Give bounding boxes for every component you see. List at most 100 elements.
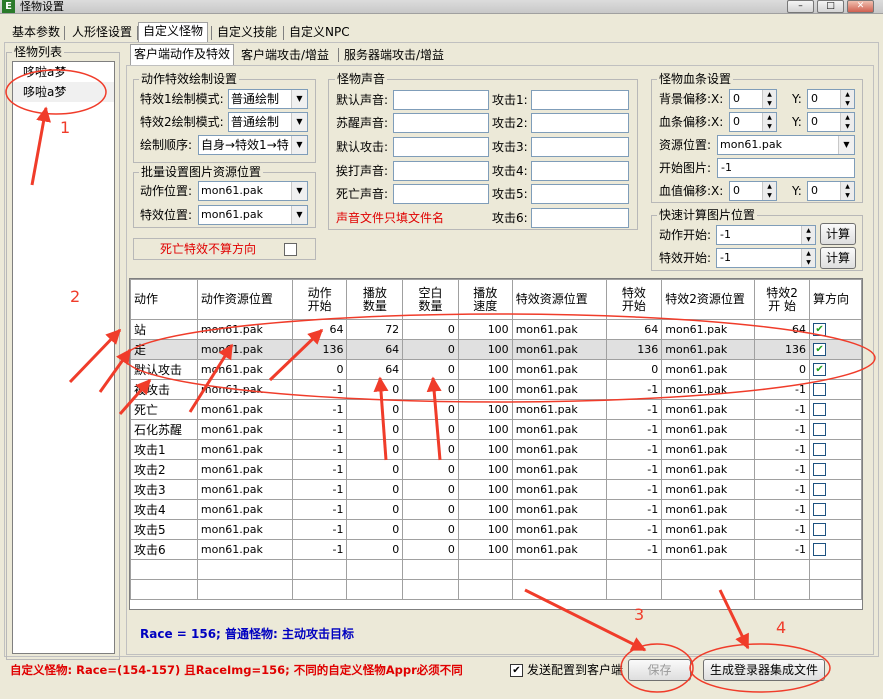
table-cell[interactable]: -1 bbox=[605, 419, 663, 440]
table-cell[interactable]: 100 bbox=[457, 539, 513, 560]
table-cell[interactable]: -1 bbox=[754, 459, 811, 480]
table-row[interactable]: 攻击3 mon61.pak -1 0 0 100 mon61.pak -1 mon61.pak -… bbox=[130, 479, 862, 500]
table-cell[interactable]: mon61.pak bbox=[196, 479, 293, 500]
table-cell[interactable]: mon61.pak bbox=[196, 419, 293, 440]
direction-checkbox-cell[interactable] bbox=[809, 399, 862, 420]
tab-custom-monster[interactable]: 自定义怪物 bbox=[138, 22, 209, 43]
table-cell[interactable]: mon61.pak bbox=[511, 539, 607, 560]
direction-checkbox[interactable] bbox=[813, 543, 827, 557]
send-config-checkbox[interactable]: ✔ bbox=[510, 664, 523, 677]
value-offset-x-spinner[interactable]: 0 ▲ ▼ bbox=[729, 181, 777, 201]
table-cell[interactable]: mon61.pak bbox=[661, 339, 756, 360]
direction-checkbox-cell[interactable] bbox=[809, 479, 862, 500]
spinner-arrows-icon[interactable]: ▲ ▼ bbox=[801, 249, 815, 267]
table-cell[interactable]: mon61.pak bbox=[511, 439, 607, 460]
table-cell[interactable]: mon61.pak bbox=[661, 479, 756, 500]
table-cell[interactable]: 攻击1 bbox=[130, 439, 198, 460]
table-cell[interactable]: mon61.pak bbox=[196, 399, 293, 420]
table-cell[interactable]: 攻击3 bbox=[130, 479, 198, 500]
table-cell[interactable]: 0 bbox=[754, 359, 811, 380]
table-cell[interactable]: -1 bbox=[754, 439, 811, 460]
save-button[interactable]: 保存 bbox=[628, 659, 691, 681]
death-effect-checkbox[interactable] bbox=[284, 243, 297, 256]
table-cell[interactable]: 0 bbox=[605, 359, 663, 380]
table-cell[interactable]: -1 bbox=[605, 479, 663, 500]
table-cell[interactable]: 0 bbox=[402, 399, 459, 420]
table-cell[interactable]: mon61.pak bbox=[196, 319, 293, 340]
table-cell[interactable]: 136 bbox=[754, 339, 811, 360]
table-cell[interactable]: -1 bbox=[605, 459, 663, 480]
table-cell[interactable]: 0 bbox=[402, 459, 459, 480]
table-row[interactable]: 走 mon61.pak 136 64 0 100 mon61.pak 136 mon61.pak… bbox=[130, 339, 862, 360]
table-cell[interactable]: 攻击6 bbox=[130, 539, 198, 560]
direction-checkbox-cell[interactable] bbox=[809, 379, 862, 400]
direction-checkbox[interactable]: ✔ bbox=[813, 343, 827, 357]
table-cell[interactable]: 72 bbox=[346, 319, 404, 340]
default-sound-input[interactable] bbox=[393, 90, 489, 110]
table-cell[interactable]: 136 bbox=[291, 339, 348, 360]
calc-action-button[interactable]: 计算 bbox=[820, 223, 856, 245]
spinner-arrows-icon[interactable]: ▲ ▼ bbox=[840, 90, 854, 108]
table-row[interactable]: 攻击2 mon61.pak -1 0 0 100 mon61.pak -1 mon61.pak -… bbox=[130, 459, 862, 480]
effect-location-select[interactable]: mon61.pak ▼ bbox=[198, 205, 308, 225]
tab-basic[interactable]: 基本参数 bbox=[8, 24, 64, 42]
bg-offset-y-spinner[interactable]: 0 ▲ ▼ bbox=[807, 89, 855, 109]
generate-launcher-file-button[interactable]: 生成登录器集成文件 bbox=[703, 659, 825, 681]
spinner-arrows-icon[interactable]: ▲ ▼ bbox=[762, 113, 776, 131]
table-cell[interactable]: mon61.pak bbox=[196, 459, 293, 480]
effect1-mode-select[interactable]: 普通绘制 ▼ bbox=[228, 89, 308, 109]
spinner-arrows-icon[interactable]: ▲ ▼ bbox=[762, 90, 776, 108]
table-cell[interactable]: 0 bbox=[402, 379, 459, 400]
table-cell[interactable]: 100 bbox=[457, 319, 513, 340]
attack6-sound-input[interactable] bbox=[531, 208, 629, 228]
spinner-arrows-icon[interactable]: ▲ ▼ bbox=[840, 113, 854, 131]
tab-humanoid[interactable]: 人形怪设置 bbox=[68, 24, 136, 42]
direction-checkbox[interactable] bbox=[813, 523, 827, 537]
table-cell[interactable]: mon61.pak bbox=[511, 479, 607, 500]
table-cell[interactable]: 0 bbox=[346, 519, 404, 540]
tab-custom-npc[interactable]: 自定义NPC bbox=[285, 24, 354, 42]
table-cell[interactable]: mon61.pak bbox=[196, 439, 293, 460]
table-cell[interactable]: -1 bbox=[291, 459, 348, 480]
table-cell[interactable]: -1 bbox=[605, 539, 663, 560]
table-cell[interactable]: mon61.pak bbox=[511, 519, 607, 540]
table-cell[interactable]: mon61.pak bbox=[196, 539, 293, 560]
direction-checkbox-cell[interactable] bbox=[809, 539, 862, 560]
direction-checkbox[interactable] bbox=[813, 503, 827, 517]
table-cell[interactable]: 0 bbox=[346, 479, 404, 500]
table-cell[interactable]: 死亡 bbox=[130, 399, 198, 420]
table-cell[interactable]: 100 bbox=[457, 459, 513, 480]
table-cell[interactable]: 100 bbox=[457, 399, 513, 420]
table-cell[interactable]: 0 bbox=[402, 479, 459, 500]
table-cell[interactable]: -1 bbox=[291, 379, 348, 400]
table-cell[interactable]: 64 bbox=[605, 319, 663, 340]
table-cell[interactable]: 100 bbox=[457, 359, 513, 380]
draw-order-select[interactable]: 自身→特效1→特 ▼ bbox=[198, 135, 308, 155]
direction-checkbox-cell[interactable] bbox=[809, 499, 862, 520]
table-cell[interactable]: 0 bbox=[402, 359, 459, 380]
table-cell[interactable]: 0 bbox=[291, 359, 348, 380]
direction-checkbox[interactable] bbox=[813, 463, 827, 477]
table-cell[interactable]: 石化苏醒 bbox=[130, 419, 198, 440]
table-row[interactable]: 石化苏醒 mon61.pak -1 0 0 100 mon61.pak -1 mon61.pak… bbox=[130, 419, 862, 440]
table-cell[interactable]: -1 bbox=[291, 519, 348, 540]
table-cell[interactable]: mon61.pak bbox=[196, 359, 293, 380]
table-cell[interactable]: 0 bbox=[346, 459, 404, 480]
value-offset-y-spinner[interactable]: 0 ▲ ▼ bbox=[807, 181, 855, 201]
resource-location-select[interactable]: mon61.pak ▼ bbox=[717, 135, 855, 155]
direction-checkbox[interactable] bbox=[813, 483, 827, 497]
direction-checkbox-cell[interactable]: ✔ bbox=[809, 339, 862, 360]
table-cell[interactable]: mon61.pak bbox=[661, 379, 756, 400]
calc-effect-button[interactable]: 计算 bbox=[820, 247, 856, 269]
table-cell[interactable]: 0 bbox=[402, 439, 459, 460]
table-cell[interactable]: 0 bbox=[402, 519, 459, 540]
table-row[interactable]: 攻击5 mon61.pak -1 0 0 100 mon61.pak -1 mon61.pak -… bbox=[130, 519, 862, 540]
attack4-sound-input[interactable] bbox=[531, 161, 629, 181]
direction-checkbox-cell[interactable]: ✔ bbox=[809, 319, 862, 340]
bg-offset-x-spinner[interactable]: 0 ▲ ▼ bbox=[729, 89, 777, 109]
table-cell[interactable]: -1 bbox=[754, 479, 811, 500]
start-image-input[interactable]: -1 bbox=[717, 158, 855, 178]
table-cell[interactable]: -1 bbox=[605, 379, 663, 400]
table-cell[interactable]: mon61.pak bbox=[661, 319, 756, 340]
direction-checkbox[interactable] bbox=[813, 403, 827, 417]
